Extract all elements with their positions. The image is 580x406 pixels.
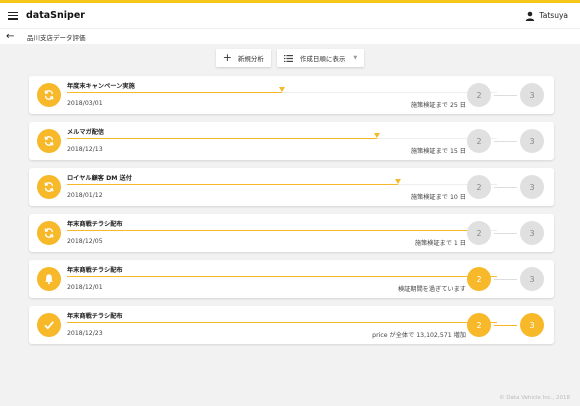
refresh-icon [37, 221, 61, 245]
step-connector [494, 279, 517, 280]
breadcrumb-bar: ← 品川支店データ評価 [0, 28, 580, 44]
card-status: 施策検証まで 15 日 [410, 148, 466, 155]
step-3-badge[interactable]: 3 [520, 83, 544, 107]
progress-fill [67, 230, 476, 231]
step-3-badge[interactable]: 3 [520, 221, 544, 245]
step-connector [494, 141, 517, 142]
user-menu[interactable]: Tatsuya [525, 11, 568, 21]
step-3-badge[interactable]: 3 [520, 175, 544, 199]
card-title: ロイヤル顧客 DM 送付 [67, 175, 132, 182]
card-title: 年度末キャンペーン実施 [67, 83, 135, 90]
new-analysis-button[interactable]: + 新規分析 [215, 49, 271, 67]
step-connector [494, 95, 517, 96]
new-analysis-label: 新規分析 [237, 55, 264, 63]
card-status: price が全体で 13,102,571 増加 [372, 332, 466, 339]
plus-icon: + [222, 51, 232, 64]
chevron-down-icon: ▼ [353, 55, 358, 61]
menu-icon[interactable] [8, 11, 18, 20]
card-title: メルマガ配信 [67, 129, 105, 136]
card-status: 施策検証まで 25 日 [410, 102, 466, 109]
progress-fill [67, 92, 282, 93]
list-icon [283, 54, 293, 62]
card-date: 2018/12/13 [67, 146, 103, 153]
app-title: dataSniper [26, 10, 85, 21]
analysis-card[interactable]: 年末商戦チラシ配布 2018/12/23 price が全体で 13,102,571… [29, 306, 554, 344]
user-icon [526, 11, 535, 21]
footer-copyright: © Data Vehicle Inc., 2018 [499, 395, 570, 401]
step-2-badge[interactable]: 2 [467, 313, 491, 337]
back-arrow-icon[interactable]: ← [6, 31, 18, 42]
card-title: 年末商戦チラシ配布 [67, 267, 123, 274]
analysis-card[interactable]: 年末商戦チラシ配布 2018/12/01 検証期間を過ぎています 2 3 [29, 260, 554, 298]
breadcrumb: 品川支店データ評価 [27, 33, 86, 42]
card-status: 施策検証まで 1 日 [414, 240, 466, 247]
step-2-badge[interactable]: 2 [467, 267, 491, 291]
step-2-badge[interactable]: 2 [467, 221, 491, 245]
card-title: 年末商戦チラシ配布 [67, 313, 123, 320]
sort-select[interactable]: 作成日順に表示 ▼ [276, 49, 365, 67]
top-app-bar: dataSniper Tatsuya [0, 0, 580, 28]
card-title: 年末商戦チラシ配布 [67, 221, 123, 228]
card-date: 2018/12/01 [67, 284, 103, 291]
progress-fill [67, 184, 398, 185]
analysis-card[interactable]: ロイヤル顧客 DM 送付 2018/01/12 施策検証まで 10 日2 3 [29, 168, 554, 206]
card-date: 2018/12/23 [67, 330, 103, 337]
progress-fill [67, 322, 497, 323]
progress-fill [67, 276, 497, 277]
step-3-badge[interactable]: 3 [520, 313, 544, 337]
card-status: 施策検証まで 10 日 [410, 194, 466, 201]
sort-select-value: 作成日順に表示 [299, 55, 346, 63]
step-3-badge[interactable]: 3 [520, 267, 544, 291]
card-date: 2018/03/01 [67, 100, 103, 107]
toolbar: + 新規分析 作成日順に表示 ▼ [0, 49, 580, 67]
analysis-card[interactable]: メルマガ配信 2018/12/13 施策検証まで 15 日2 3 [29, 122, 554, 160]
step-connector [494, 325, 517, 326]
step-connector [494, 233, 517, 234]
analysis-card[interactable]: 年度末キャンペーン実施 2018/03/01 施策検証まで 25 日2 3 [29, 76, 554, 114]
check-icon [37, 313, 61, 337]
progress-marker-icon [374, 133, 380, 138]
step-connector [494, 187, 517, 188]
progress-fill [67, 138, 377, 139]
refresh-icon [37, 175, 61, 199]
refresh-icon [37, 129, 61, 153]
refresh-icon [37, 83, 61, 107]
card-date: 2018/01/12 [67, 192, 103, 199]
bell-icon [37, 267, 61, 291]
step-2-badge[interactable]: 2 [467, 83, 491, 107]
card-status: 検証期間を過ぎています [397, 286, 466, 293]
progress-marker-icon [279, 87, 285, 92]
card-date: 2018/12/05 [67, 238, 103, 245]
step-2-badge[interactable]: 2 [467, 175, 491, 199]
user-name: Tatsuya [539, 11, 568, 20]
analysis-card[interactable]: 年末商戦チラシ配布 2018/12/05 施策検証まで 1 日2 3 [29, 214, 554, 252]
step-2-badge[interactable]: 2 [467, 129, 491, 153]
step-3-badge[interactable]: 3 [520, 129, 544, 153]
progress-marker-icon [395, 179, 401, 184]
